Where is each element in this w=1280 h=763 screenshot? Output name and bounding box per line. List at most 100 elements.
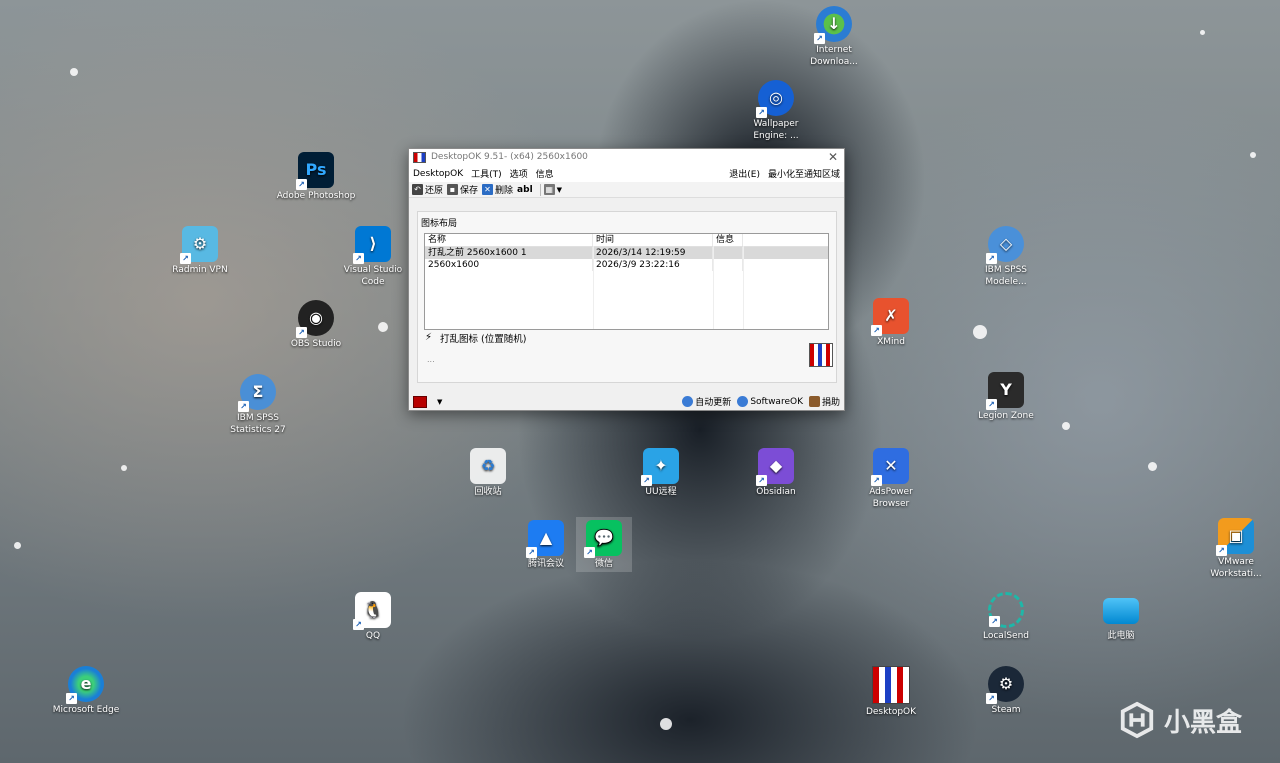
- restore-icon: ↶: [412, 184, 423, 195]
- globe-icon: [682, 396, 694, 407]
- save-button[interactable]: ▪ 保存: [447, 183, 478, 196]
- shuffle-icons-button[interactable]: ⚡ 打乱图标 (位置随机): [425, 331, 526, 346]
- tencent-meeting-icon: ▲ ↗: [526, 520, 564, 558]
- desktopok-window: DesktopOK 9.51- (x64) 2560x1600 ✕ Deskto…: [408, 148, 845, 411]
- column-header-name[interactable]: 名称: [425, 234, 593, 246]
- spss-statistics-icon: Σ ↗: [238, 374, 276, 412]
- desktop-icon-legion-zone[interactable]: Y ↗ Legion Zone: [966, 372, 1046, 422]
- layout-list[interactable]: 名称 时间 信息 打乱之前 2560x1600 1 2026/3/14 12:1…: [424, 233, 829, 330]
- wechat-icon: 💬 ↗: [584, 520, 622, 558]
- shortcut-arrow-icon: ↗: [296, 327, 307, 338]
- snow-dot: [378, 322, 388, 332]
- shortcut-arrow-icon: ↗: [814, 33, 825, 44]
- close-icon[interactable]: ✕: [826, 150, 840, 164]
- column-divider: [743, 246, 744, 329]
- desktop-icon-wallpaper-engine[interactable]: ◎ ↗ Wallpaper Engine: ...: [736, 80, 816, 142]
- column-header-time[interactable]: 时间: [593, 234, 713, 246]
- desktop-icon-adspower[interactable]: ✕ ↗ AdsPower Browser: [851, 448, 931, 510]
- snow-dot: [121, 465, 127, 471]
- desktop-icon-wechat[interactable]: 💬 ↗ 微信: [576, 517, 632, 572]
- list-header: 名称 时间 信息: [425, 234, 828, 247]
- desktop-icon-this-pc[interactable]: 此电脑: [1081, 592, 1161, 642]
- menu-minimize-tray[interactable]: 最小化至通知区域: [768, 167, 840, 180]
- menu-info[interactable]: 信息: [536, 167, 554, 180]
- menu-exit[interactable]: 退出(E): [729, 167, 760, 180]
- coffee-icon: [808, 396, 820, 407]
- desktop-icon-edge[interactable]: e ↗ Microsoft Edge: [46, 666, 126, 716]
- shortcut-arrow-icon: ↗: [871, 475, 882, 486]
- shortcut-arrow-icon: ↗: [986, 399, 997, 410]
- shortcut-arrow-icon: ↗: [986, 253, 997, 264]
- group-label: 图标布局: [421, 219, 458, 229]
- desktop-icon-recycle-bin[interactable]: ♻ 回收站: [448, 448, 528, 498]
- xmind-icon: ✗ ↗: [871, 298, 909, 336]
- wallpaper-engine-icon: ◎ ↗: [756, 80, 794, 118]
- desktop-icon-xmind[interactable]: ✗ ↗ XMind: [851, 298, 931, 348]
- desktop-icon-desktopok[interactable]: DesktopOK: [851, 666, 931, 718]
- vmware-icon: ▣ ↗: [1216, 518, 1254, 556]
- shortcut-arrow-icon: ↗: [1216, 545, 1227, 556]
- desktop-icon-obsidian[interactable]: ◆ ↗ Obsidian: [736, 448, 816, 498]
- globe-icon: [737, 396, 749, 407]
- view-dropdown-button[interactable]: ▦ ▼: [543, 184, 562, 195]
- shortcut-arrow-icon: ↗: [989, 616, 1000, 627]
- column-header-info[interactable]: 信息: [713, 234, 743, 246]
- snow-dot: [1250, 152, 1256, 158]
- shortcut-arrow-icon: ↗: [756, 107, 767, 118]
- snow-dot: [14, 542, 21, 549]
- desktop-icon-vmware[interactable]: ▣ ↗ VMware Workstati...: [1196, 518, 1276, 580]
- desktop-icon-uu[interactable]: ✦ ↗ UU远程: [621, 448, 701, 498]
- menu-options[interactable]: 选项: [510, 167, 528, 180]
- column-divider: [593, 246, 594, 329]
- menu-tools[interactable]: 工具(T): [471, 167, 502, 180]
- shortcut-arrow-icon: ↗: [180, 253, 191, 264]
- shortcut-arrow-icon: ↗: [66, 693, 77, 704]
- qq-icon: 🐧 ↗: [353, 592, 391, 630]
- shortcut-arrow-icon: ↗: [238, 401, 249, 412]
- watermark: 小黑盒: [1118, 701, 1242, 739]
- shortcut-arrow-icon: ↗: [296, 179, 307, 190]
- delete-button[interactable]: ✕ 删除: [482, 183, 513, 196]
- delete-icon: ✕: [482, 184, 494, 195]
- window-title: DesktopOK 9.51- (x64) 2560x1600: [431, 152, 588, 162]
- desktopok-app-icon: [413, 151, 426, 163]
- desktop-icon-idm[interactable]: ↓ ↗ Internet Downloa...: [794, 6, 874, 68]
- edge-icon: e ↗: [66, 666, 104, 704]
- heybox-logo-icon: [1120, 701, 1154, 739]
- app-menu-icon[interactable]: [413, 395, 427, 408]
- desktop-icon-localsend[interactable]: ↗ LocalSend: [966, 592, 1046, 642]
- shortcut-arrow-icon: ↗: [641, 475, 652, 486]
- rename-button[interactable]: abl: [517, 185, 533, 195]
- adspower-icon: ✕ ↗: [871, 448, 909, 486]
- desktop-icon-ibm-modeler[interactable]: ◇ ↗ IBM SPSS Modele...: [966, 226, 1046, 288]
- desktop-icon-vscode[interactable]: ⟩ ↗ Visual Studio Code: [333, 226, 413, 288]
- desktop-icon-spss[interactable]: Σ ↗ IBM SPSS Statistics 27: [218, 374, 298, 436]
- title-bar[interactable]: DesktopOK 9.51- (x64) 2560x1600 ✕: [409, 149, 844, 165]
- monitor-icon: [1103, 598, 1139, 624]
- desktop-icon-obs[interactable]: ◉ ↗ OBS Studio: [276, 300, 356, 350]
- desktop-icon-radmin[interactable]: ⚙ ↗ Radmin VPN: [160, 226, 240, 276]
- desktop-icon-photoshop[interactable]: Ps ↗ Adobe Photoshop: [276, 152, 356, 202]
- save-icon: ▪: [447, 184, 459, 195]
- desktop-icon-tencent-meeting[interactable]: ▲ ↗ 腾讯会议: [506, 520, 586, 570]
- desktopok-icon: [872, 666, 910, 704]
- list-item[interactable]: 2560x1600 2026/3/9 23:22:16: [425, 259, 828, 271]
- snow-dot: [1148, 462, 1157, 471]
- column-divider: [713, 246, 714, 329]
- desktop-icon-qq[interactable]: 🐧 ↗ QQ: [333, 592, 413, 642]
- donate-link[interactable]: 捐助: [808, 395, 840, 408]
- restore-button[interactable]: ↶ 还原: [412, 183, 443, 196]
- desktop-icon-steam[interactable]: ⚙ ↗ Steam: [966, 666, 1046, 716]
- menu-desktopok[interactable]: DesktopOK: [413, 169, 463, 179]
- shortcut-arrow-icon: ↗: [871, 325, 882, 336]
- chevron-down-icon[interactable]: ▼: [437, 398, 442, 406]
- recycle-bin-icon: ♻: [470, 448, 506, 484]
- idm-icon: ↓ ↗: [814, 6, 852, 44]
- snow-dot: [660, 718, 672, 730]
- auto-update-link[interactable]: 自动更新: [682, 395, 731, 408]
- desktopok-logo-icon: [809, 343, 833, 367]
- status-dots: ...: [427, 355, 435, 364]
- shortcut-arrow-icon: ↗: [353, 619, 364, 630]
- softwareok-link[interactable]: SoftwareOK: [737, 396, 803, 407]
- list-item[interactable]: 打乱之前 2560x1600 1 2026/3/14 12:19:59: [425, 247, 828, 259]
